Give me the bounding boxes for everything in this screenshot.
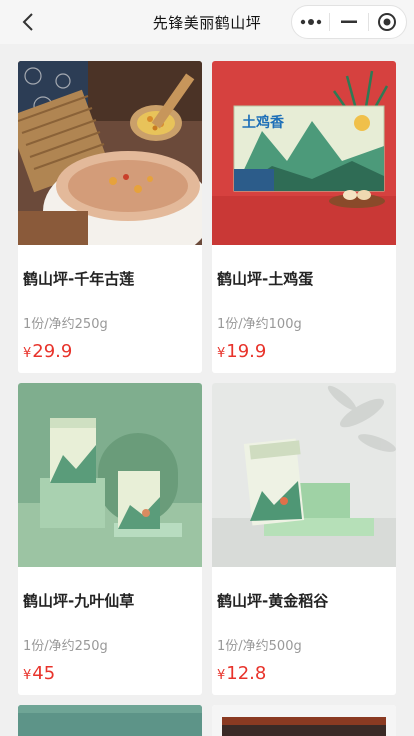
product-spec: 1份/净约250g — [23, 317, 108, 332]
product-spec: 1份/净约250g — [23, 639, 108, 654]
currency-symbol: ¥ — [217, 668, 226, 683]
product-spec: 1份/净约100g — [217, 317, 302, 332]
minimize-button[interactable] — [330, 6, 367, 38]
product-price: ¥29.9 — [23, 341, 72, 362]
product-name: 鹤山坪-土鸡蛋 — [217, 270, 314, 288]
navigation-bar: 先锋美丽鹤山坪 — [0, 0, 414, 44]
product-image: 土鸡香 — [212, 61, 396, 245]
product-image — [212, 383, 396, 567]
target-circle-icon — [378, 13, 397, 31]
currency-symbol: ¥ — [217, 346, 226, 361]
product-card[interactable]: 鹤山坪-九叶仙草 1份/净约250g ¥45 — [18, 383, 202, 695]
more-dots-icon — [300, 19, 321, 25]
product-name: 鹤山坪-黄金稻谷 — [217, 592, 329, 610]
product-card[interactable] — [212, 705, 396, 736]
product-image — [18, 61, 202, 245]
product-card[interactable]: 鹤山坪-黄金稻谷 1份/净约500g ¥12.8 — [212, 383, 396, 695]
product-name: 鹤山坪-千年古莲 — [23, 270, 135, 288]
product-image — [18, 705, 202, 736]
close-button[interactable] — [369, 6, 406, 38]
box-brand-text: 土鸡香 — [242, 114, 285, 131]
price-value: 19.9 — [226, 341, 267, 362]
product-image — [212, 705, 396, 736]
price-value: 29.9 — [32, 341, 73, 362]
price-value: 12.8 — [226, 663, 267, 684]
product-card[interactable] — [18, 705, 202, 736]
product-price: ¥12.8 — [217, 663, 266, 684]
product-card[interactable]: 鹤山坪-千年古莲 1份/净约250g ¥29.9 — [18, 61, 202, 373]
price-value: 45 — [32, 663, 56, 684]
currency-symbol: ¥ — [23, 668, 32, 683]
product-spec: 1份/净约500g — [217, 639, 302, 654]
minus-icon — [340, 20, 357, 23]
currency-symbol: ¥ — [23, 346, 32, 361]
product-price: ¥19.9 — [217, 341, 266, 362]
product-image — [18, 383, 202, 567]
mini-program-capsule — [291, 5, 407, 39]
product-name: 鹤山坪-九叶仙草 — [23, 592, 135, 610]
product-card[interactable]: 土鸡香 鹤山坪-土鸡蛋 1份/净约100g ¥19.9 — [212, 61, 396, 373]
product-price: ¥45 — [23, 663, 55, 684]
more-button[interactable] — [292, 6, 329, 38]
